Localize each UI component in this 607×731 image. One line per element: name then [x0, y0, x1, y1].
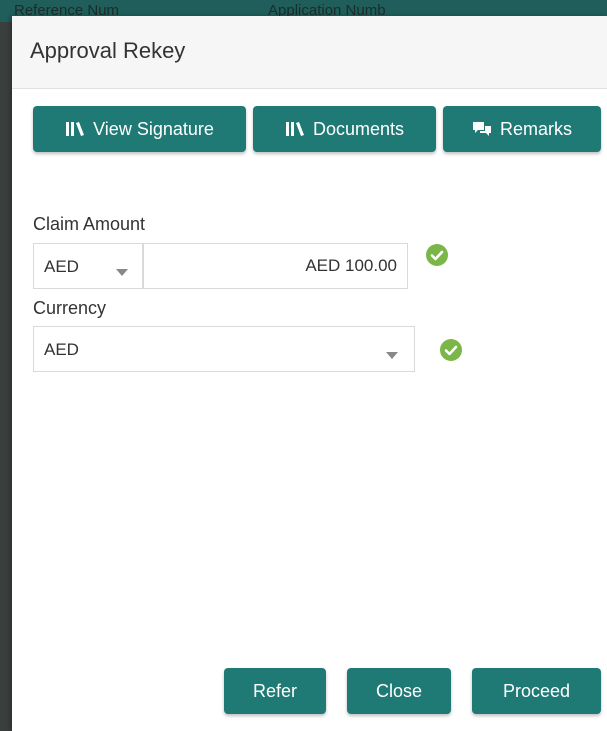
- claim-currency-select[interactable]: AED: [33, 243, 143, 289]
- claim-amount-input[interactable]: [143, 243, 408, 289]
- claim-currency-value: AED: [44, 257, 79, 276]
- remarks-button[interactable]: Remarks: [443, 106, 601, 152]
- currency-value: AED: [44, 340, 79, 359]
- modal-header: Approval Rekey: [12, 16, 607, 89]
- currency-select[interactable]: AED: [33, 326, 415, 372]
- library-icon: [65, 121, 85, 137]
- background-left-edge: [0, 22, 12, 731]
- library-icon: [285, 121, 305, 137]
- caret-down-icon: [116, 262, 128, 282]
- caret-down-icon: [386, 345, 398, 365]
- page: Reference Num Application Numb Approval …: [0, 0, 607, 731]
- modal-title: Approval Rekey: [30, 38, 186, 63]
- claim-amount-label: Claim Amount: [33, 214, 146, 234]
- check-circle-icon: [426, 244, 448, 266]
- approval-rekey-modal: Approval Rekey View Signature Documents …: [12, 16, 607, 731]
- chat-bubbles-icon: [472, 121, 492, 137]
- remarks-label: Remarks: [499, 118, 572, 139]
- view-signature-label: View Signature: [93, 118, 214, 139]
- refer-button[interactable]: Refer: [224, 668, 326, 714]
- currency-label: Currency: [33, 298, 107, 318]
- documents-button[interactable]: Documents: [253, 106, 436, 152]
- check-circle-icon: [440, 339, 462, 361]
- view-signature-button[interactable]: View Signature: [33, 106, 246, 152]
- close-button[interactable]: Close: [347, 668, 451, 714]
- documents-label: Documents: [312, 118, 405, 139]
- proceed-button[interactable]: Proceed: [472, 668, 601, 714]
